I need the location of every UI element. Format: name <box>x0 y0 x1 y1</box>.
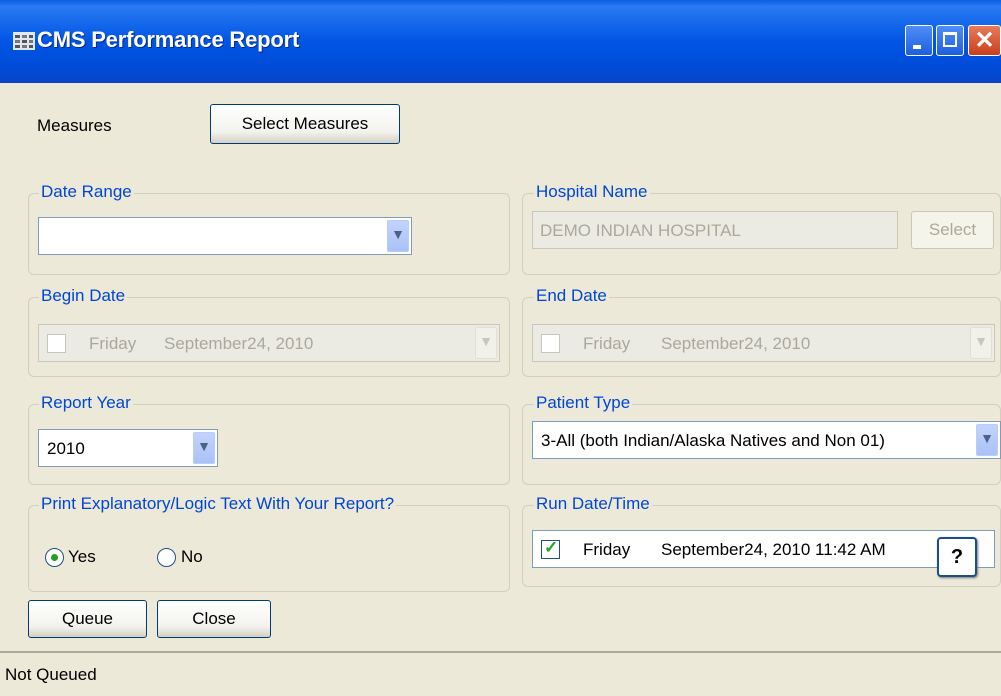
patient-type-value: 3-All (both Indian/Alaska Natives and No… <box>541 431 885 450</box>
chevron-down-icon[interactable]: ▼ <box>387 220 409 252</box>
begin-date-picker[interactable]: Friday September24, 2010 ▼ <box>38 324 500 362</box>
run-date-day: Friday <box>583 540 631 559</box>
run-date-datetime: September24, 2010 11:42 AM <box>661 540 886 559</box>
end-date-dropdown[interactable]: ▼ <box>966 325 994 361</box>
minimize-icon <box>913 45 921 49</box>
yes-radio[interactable] <box>45 548 64 567</box>
radio-selected-dot <box>51 554 58 561</box>
cms-performance-report-window: CMS Performance Report ✕ Measures Select… <box>0 0 1001 696</box>
report-year-select[interactable]: 2010 ▼ <box>38 429 218 467</box>
report-year-label: Report Year <box>39 393 133 413</box>
end-date-day: Friday <box>583 334 631 353</box>
date-range-select[interactable]: ▼ <box>38 217 412 255</box>
chevron-down-icon[interactable]: ▼ <box>193 432 215 464</box>
yes-radio-label[interactable]: Yes <box>68 547 96 567</box>
no-radio[interactable] <box>157 548 176 567</box>
title-bar[interactable]: CMS Performance Report ✕ <box>0 0 1001 83</box>
maximize-button[interactable] <box>936 25 964 56</box>
explanatory-text-group <box>28 505 510 592</box>
help-button[interactable]: ? <box>937 537 977 577</box>
explanatory-text-label: Print Explanatory/Logic Text With Your R… <box>39 494 397 514</box>
queue-button[interactable]: Queue <box>28 600 147 638</box>
no-radio-label[interactable]: No <box>181 547 203 567</box>
end-date-checkbox[interactable] <box>541 334 560 353</box>
hospital-name-field: DEMO INDIAN HOSPITAL <box>532 211 898 249</box>
chevron-down-icon: ▼ <box>475 327 497 359</box>
patient-type-label: Patient Type <box>534 393 633 413</box>
end-date-label: End Date <box>534 286 609 306</box>
measures-label: Measures <box>37 116 112 135</box>
close-window-button[interactable]: ✕ <box>968 25 1001 56</box>
chevron-down-icon[interactable]: ▼ <box>976 424 998 456</box>
report-year-value: 2010 <box>47 439 85 458</box>
chevron-down-icon: ▼ <box>970 327 992 359</box>
hospital-name-value: DEMO INDIAN HOSPITAL <box>540 221 741 240</box>
begin-date-checkbox[interactable] <box>47 334 66 353</box>
run-date-checkbox[interactable]: ✓ <box>541 538 560 559</box>
close-button[interactable]: Close <box>157 600 271 638</box>
select-measures-button[interactable]: Select Measures <box>210 104 400 144</box>
begin-date-dropdown[interactable]: ▼ <box>471 325 499 361</box>
end-date-date: September24, 2010 <box>661 334 811 353</box>
app-icon <box>13 32 35 50</box>
end-date-picker[interactable]: Friday September24, 2010 ▼ <box>532 324 995 362</box>
run-date-label: Run Date/Time <box>534 494 652 514</box>
hospital-name-label: Hospital Name <box>534 182 650 202</box>
status-bar: Not Queued <box>0 651 1001 696</box>
begin-date-label: Begin Date <box>39 286 128 306</box>
maximize-icon <box>943 32 957 47</box>
run-date-picker[interactable]: ✓ Friday September24, 2010 11:42 AM <box>532 530 995 568</box>
window-title: CMS Performance Report <box>37 27 300 52</box>
patient-type-select[interactable]: 3-All (both Indian/Alaska Natives and No… <box>532 421 1001 459</box>
minimize-button[interactable] <box>905 25 933 56</box>
date-range-label: Date Range <box>39 182 134 202</box>
begin-date-day: Friday <box>89 334 137 353</box>
status-text: Not Queued <box>5 665 97 684</box>
select-hospital-button[interactable]: Select <box>911 211 994 249</box>
begin-date-date: September24, 2010 <box>164 334 314 353</box>
close-icon: ✕ <box>974 27 995 54</box>
checkmark-icon: ✓ <box>544 538 559 557</box>
